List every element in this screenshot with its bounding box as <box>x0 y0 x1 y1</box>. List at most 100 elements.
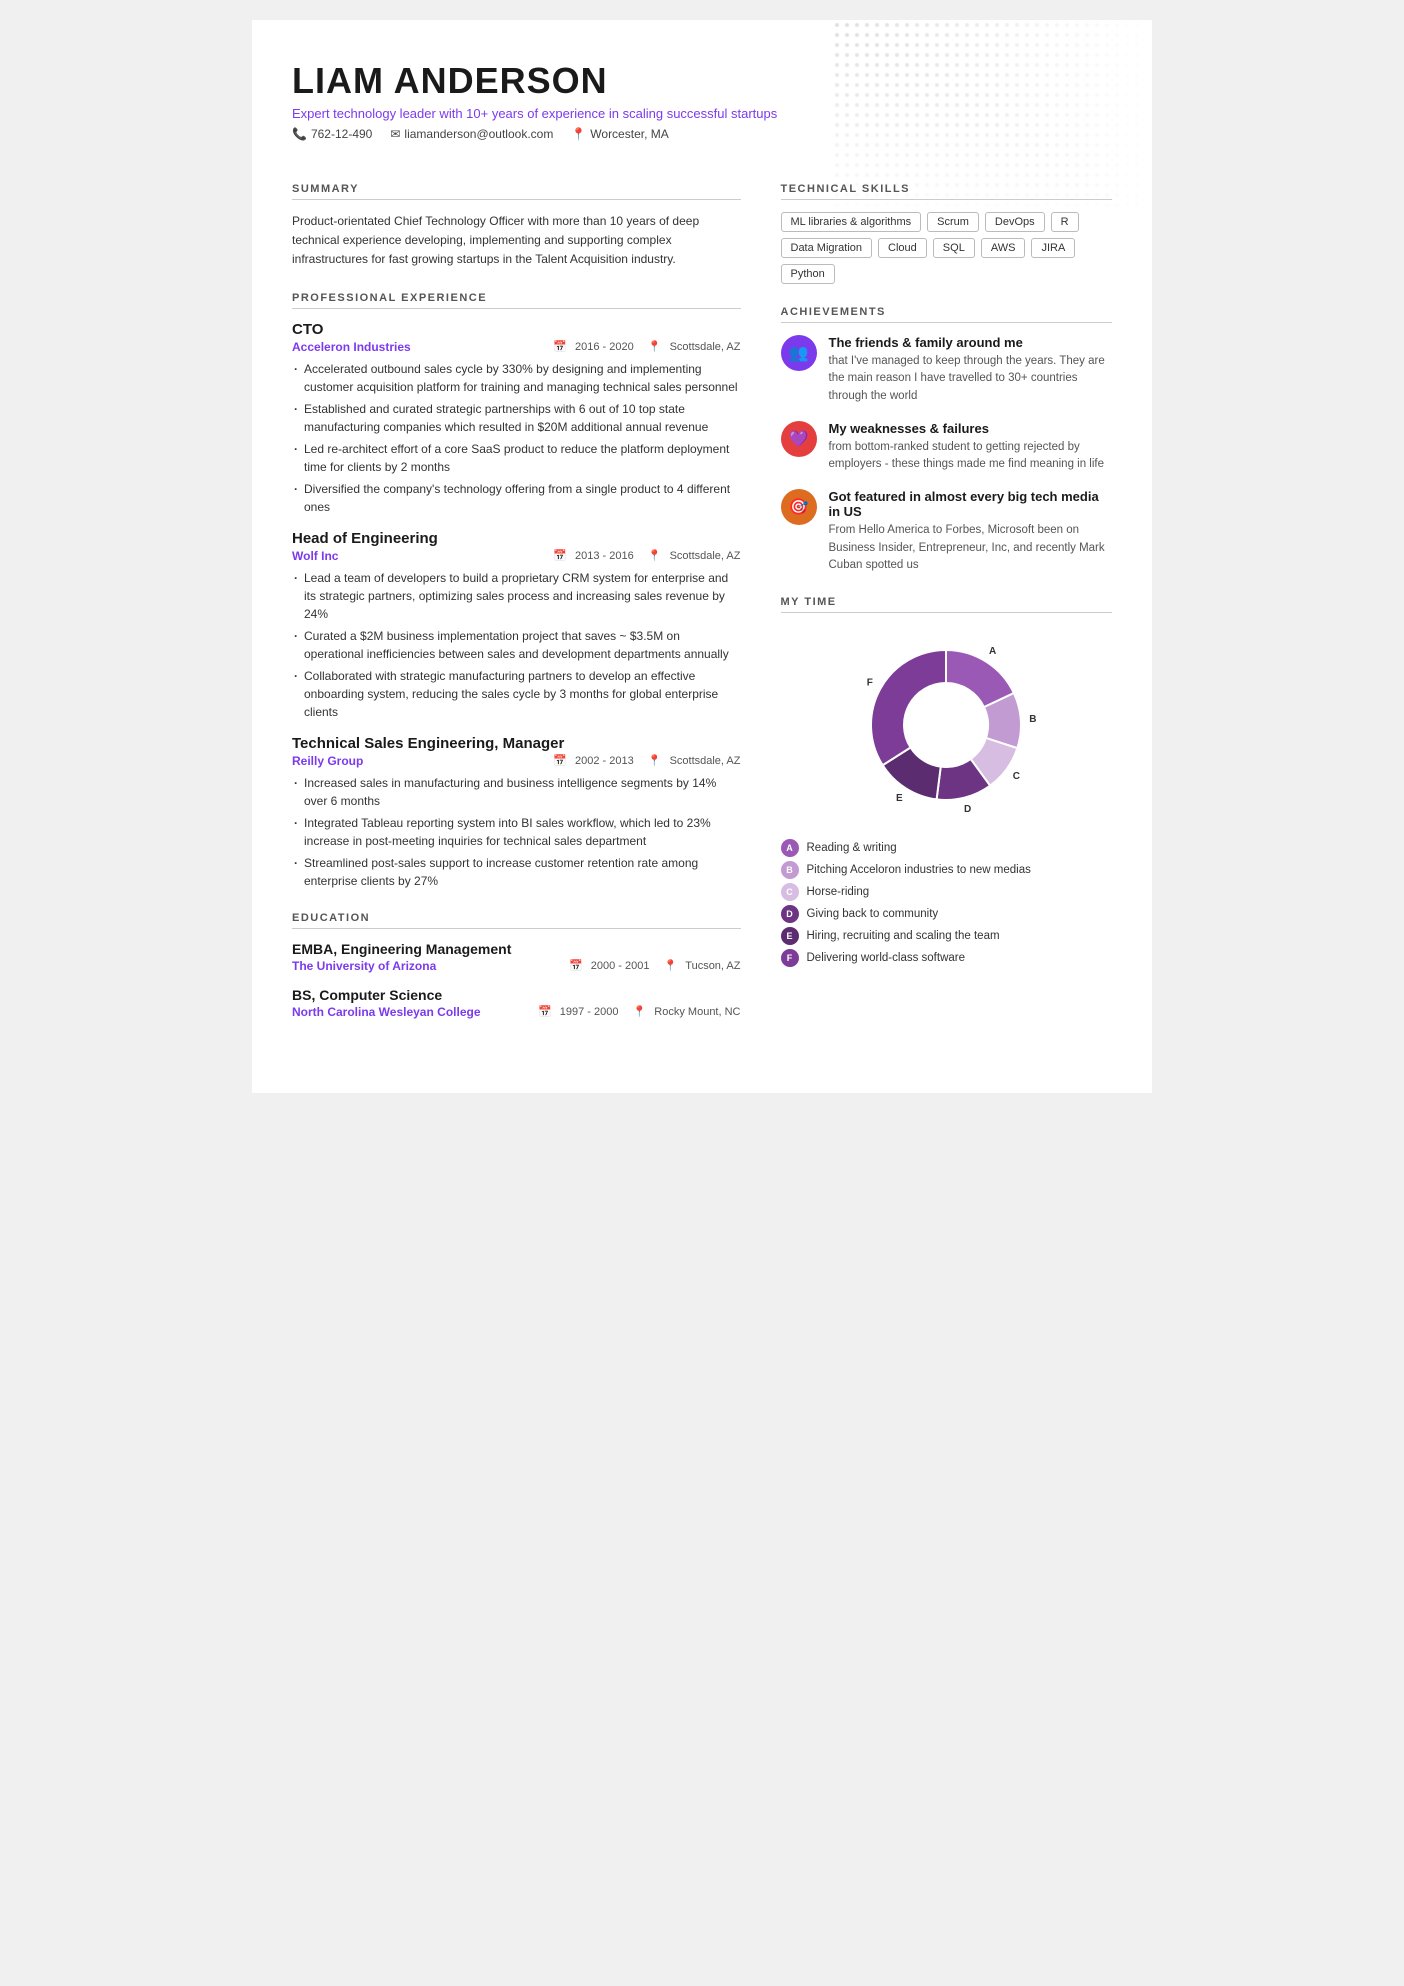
skill-tag: AWS <box>981 238 1026 258</box>
experience-section-title: PROFESSIONAL EXPERIENCE <box>292 292 741 309</box>
bullet-list: Lead a team of developers to build a pro… <box>292 569 741 721</box>
legend-badge: A <box>781 839 799 857</box>
legend-label: Reading & writing <box>807 842 897 854</box>
location-icon: 📍 <box>648 340 662 353</box>
job-title: CTO <box>292 321 741 338</box>
donut-label-D: D <box>964 804 971 815</box>
legend-item: E Hiring, recruiting and scaling the tea… <box>781 927 1113 945</box>
bullet-item: Increased sales in manufacturing and bus… <box>292 774 741 810</box>
legend-label: Delivering world-class software <box>807 952 966 964</box>
legend-label: Hiring, recruiting and scaling the team <box>807 930 1000 942</box>
donut-label-F: F <box>867 678 873 689</box>
summary-text: Product-orientated Chief Technology Offi… <box>292 212 741 270</box>
candidate-name: LIAM ANDERSON <box>292 60 1112 102</box>
location-icon: 📍 <box>648 754 662 767</box>
skill-tag: Scrum <box>927 212 979 232</box>
legend-badge: F <box>781 949 799 967</box>
achievement-icon: 👥 <box>781 335 817 371</box>
legend-item: C Horse-riding <box>781 883 1113 901</box>
skill-tag: ML libraries & algorithms <box>781 212 922 232</box>
bullet-item: Lead a team of developers to build a pro… <box>292 569 741 623</box>
donut-svg: ABCDEF <box>846 625 1046 825</box>
bullet-item: Collaborated with strategic manufacturin… <box>292 667 741 721</box>
edu-institution: North Carolina Wesleyan College <box>292 1005 481 1019</box>
job-title: Technical Sales Engineering, Manager <box>292 735 741 752</box>
edu-degree: EMBA, Engineering Management <box>292 941 741 957</box>
job-item: Head of Engineering Wolf Inc 📅 2013 - 20… <box>292 530 741 721</box>
skill-tag: Data Migration <box>781 238 873 258</box>
job-title: Head of Engineering <box>292 530 741 547</box>
calendar-icon: 📅 <box>569 959 583 972</box>
bullet-item: Accelerated outbound sales cycle by 330%… <box>292 360 741 396</box>
achievements-container: 👥 The friends & family around me that I'… <box>781 335 1113 574</box>
main-layout: SUMMARY Product-orientated Chief Technol… <box>292 161 1112 1033</box>
mytime-container: ABCDEF A Reading & writing B Pitching Ac… <box>781 625 1113 971</box>
achievement-title: My weaknesses & failures <box>829 421 1113 436</box>
achievement-item: 👥 The friends & family around me that I'… <box>781 335 1113 405</box>
calendar-icon: 📅 <box>553 549 567 562</box>
bullet-item: Diversified the company's technology off… <box>292 480 741 516</box>
location-icon: 📍 <box>633 1005 647 1018</box>
achievement-item: 💜 My weaknesses & failures from bottom-r… <box>781 421 1113 474</box>
legend-badge: C <box>781 883 799 901</box>
edu-meta: The University of Arizona 📅 2000 - 2001 … <box>292 959 741 973</box>
legend-label: Giving back to community <box>807 908 939 920</box>
bullet-item: Led re-architect effort of a core SaaS p… <box>292 440 741 476</box>
legend-item: A Reading & writing <box>781 839 1113 857</box>
skill-tag: DevOps <box>985 212 1045 232</box>
job-meta: Reilly Group 📅 2002 - 2013 📍 Scottsdale,… <box>292 754 741 768</box>
resume-container: LIAM ANDERSON Expert technology leader w… <box>252 20 1152 1093</box>
donut-chart: ABCDEF <box>846 625 1046 825</box>
location-icon: 📍 <box>664 959 678 972</box>
jobs-container: CTO Acceleron Industries 📅 2016 - 2020 📍… <box>292 321 741 890</box>
legend-label: Horse-riding <box>807 886 870 898</box>
achievements-section-title: ACHIEVEMENTS <box>781 306 1113 323</box>
achievement-icon: 🎯 <box>781 489 817 525</box>
edu-institution: The University of Arizona <box>292 959 436 973</box>
donut-label-A: A <box>989 646 996 657</box>
job-meta: Acceleron Industries 📅 2016 - 2020 📍 Sco… <box>292 340 741 354</box>
legend-badge: B <box>781 861 799 879</box>
calendar-icon: 📅 <box>538 1005 552 1018</box>
calendar-icon: 📅 <box>553 340 567 353</box>
company-name: Acceleron Industries <box>292 340 411 354</box>
edu-meta: North Carolina Wesleyan College 📅 1997 -… <box>292 1005 741 1019</box>
achievement-title: The friends & family around me <box>829 335 1113 350</box>
achievement-desc: from bottom-ranked student to getting re… <box>829 439 1113 474</box>
left-column: SUMMARY Product-orientated Chief Technol… <box>292 161 741 1033</box>
achievement-desc: that I've managed to keep through the ye… <box>829 353 1113 405</box>
calendar-icon: 📅 <box>553 754 567 767</box>
edu-dates-loc: 📅 2000 - 2001 📍 Tucson, AZ <box>569 959 740 972</box>
skills-section-title: TECHNICAL SKILLS <box>781 183 1113 200</box>
location-contact: 📍 Worcester, MA <box>571 127 668 141</box>
achievement-body: The friends & family around me that I've… <box>829 335 1113 405</box>
job-dates-loc: 📅 2016 - 2020 📍 Scottsdale, AZ <box>553 340 740 353</box>
right-column: TECHNICAL SKILLS ML libraries & algorith… <box>781 161 1113 1033</box>
bullet-item: Integrated Tableau reporting system into… <box>292 814 741 850</box>
edu-dates-loc: 📅 1997 - 2000 📍 Rocky Mount, NC <box>538 1005 740 1018</box>
skill-tag: Cloud <box>878 238 927 258</box>
achievement-desc: From Hello America to Forbes, Microsoft … <box>829 522 1113 574</box>
job-item: Technical Sales Engineering, Manager Rei… <box>292 735 741 890</box>
location-icon: 📍 <box>648 549 662 562</box>
phone-contact: 📞 762-12-490 <box>292 127 372 141</box>
achievement-item: 🎯 Got featured in almost every big tech … <box>781 489 1113 574</box>
header-section: LIAM ANDERSON Expert technology leader w… <box>292 60 1112 141</box>
edu-item: EMBA, Engineering Management The Univers… <box>292 941 741 973</box>
bullet-list: Accelerated outbound sales cycle by 330%… <box>292 360 741 516</box>
legend-label: Pitching Acceloron industries to new med… <box>807 864 1031 876</box>
donut-label-B: B <box>1029 714 1036 725</box>
phone-icon: 📞 <box>292 127 307 141</box>
bullet-list: Increased sales in manufacturing and bus… <box>292 774 741 890</box>
achievement-title: Got featured in almost every big tech me… <box>829 489 1113 519</box>
location-icon: 📍 <box>571 127 586 141</box>
bullet-item: Established and curated strategic partne… <box>292 400 741 436</box>
skills-grid: ML libraries & algorithmsScrumDevOpsRDat… <box>781 212 1113 284</box>
legend-badge: E <box>781 927 799 945</box>
edu-item: BS, Computer Science North Carolina Wesl… <box>292 987 741 1019</box>
skill-tag: SQL <box>933 238 975 258</box>
donut-label-E: E <box>896 793 903 804</box>
mytime-section-title: MY TIME <box>781 596 1113 613</box>
education-section-title: EDUCATION <box>292 912 741 929</box>
bullet-item: Streamlined post-sales support to increa… <box>292 854 741 890</box>
